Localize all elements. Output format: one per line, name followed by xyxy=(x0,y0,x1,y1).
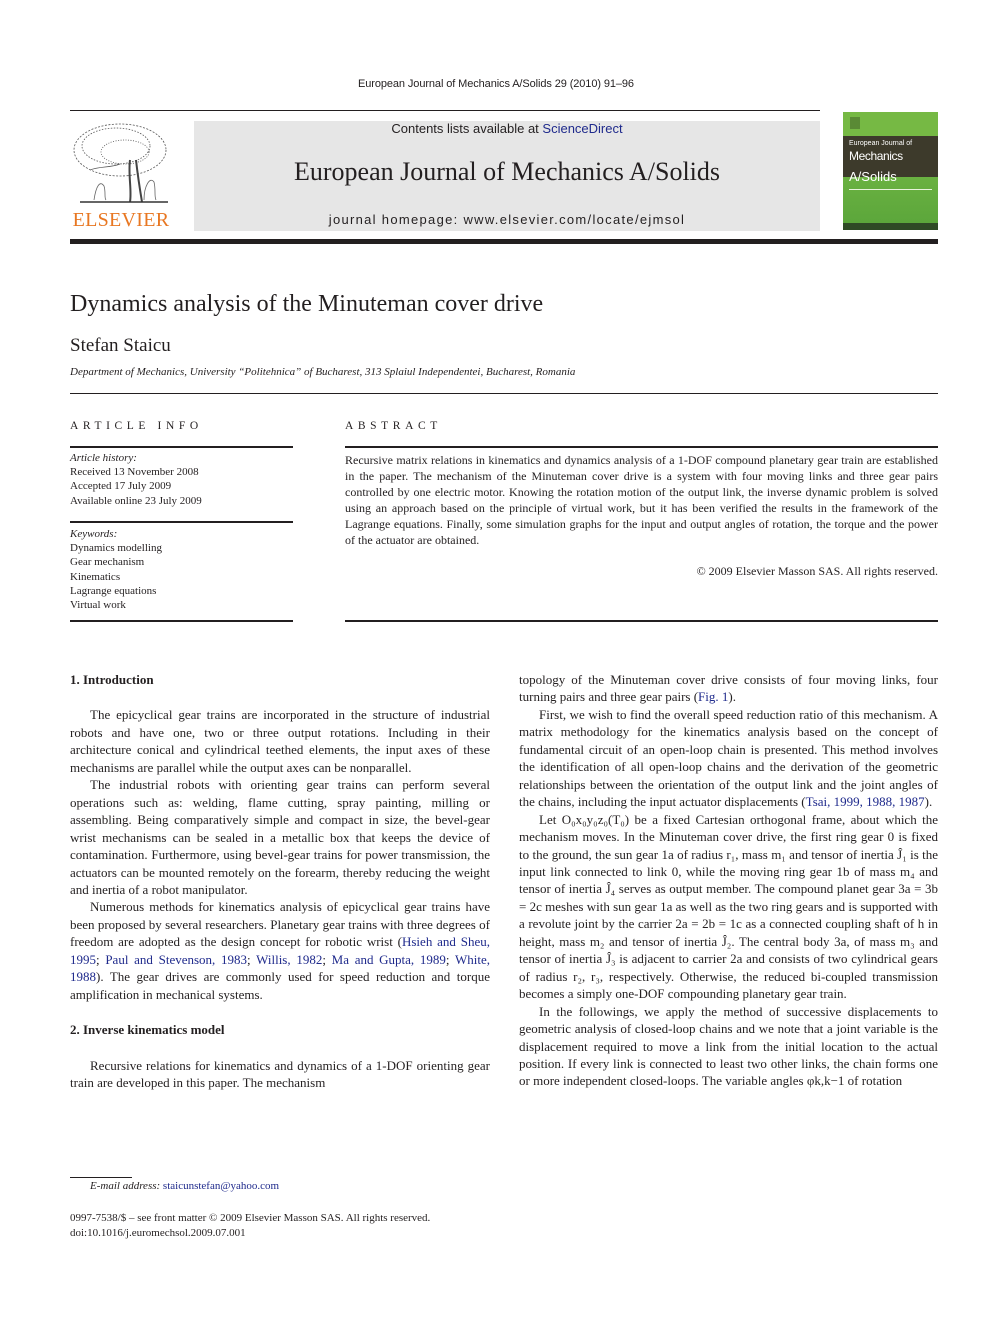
abstract-copyright: © 2009 Elsevier Masson SAS. All rights r… xyxy=(696,564,938,578)
journal-cover[interactable]: European Journal of Mechanics A/Solids xyxy=(843,112,938,230)
elsevier-wordmark: ELSEVIER xyxy=(72,209,170,231)
header-rule xyxy=(70,110,820,111)
issn-line: 0997-7538/$ – see front matter © 2009 El… xyxy=(70,1212,431,1224)
figure-link[interactable]: Fig. 1 xyxy=(698,689,728,704)
history-label: Article history: xyxy=(70,452,137,464)
contents-prefix: Contents lists available at xyxy=(391,121,543,136)
paragraph: topology of the Minuteman cover drive co… xyxy=(519,671,938,706)
author-email-link[interactable]: staicunstefan@yahoo.com xyxy=(163,1180,279,1192)
author-name: Stefan Staicu xyxy=(70,335,171,356)
paragraph-text: ). xyxy=(924,794,933,810)
cover-line1: European Journal of xyxy=(849,140,913,147)
cover-divider xyxy=(849,189,932,190)
section-heading-inverse-kinematics: 2. Inverse kinematics model xyxy=(70,1022,225,1038)
paragraph: In the followings, we apply the method o… xyxy=(519,1003,938,1089)
keywords: Keywords: Dynamics modelling Gear mechan… xyxy=(70,527,162,612)
paragraph: Numerous methods for kinematics analysis… xyxy=(70,899,490,1002)
cover-logo-icon xyxy=(850,117,860,129)
paragraph: The industrial robots with orienting gea… xyxy=(70,777,490,897)
sciencedirect-link[interactable]: ScienceDirect xyxy=(542,121,622,136)
abstract-text: Recursive matrix relations in kinematics… xyxy=(345,453,938,547)
cover-line2: Mechanics xyxy=(849,149,903,163)
email-label: E-mail address: xyxy=(90,1180,163,1192)
paragraph-text: ). The gear drives are commonly used for… xyxy=(70,969,490,1002)
body-left-column: 1. Introduction The epicyclical gear tra… xyxy=(70,671,490,1092)
doi-link[interactable]: doi:10.1016/j.euromechsol.2009.07.001 xyxy=(70,1226,430,1241)
article-title: Dynamics analysis of the Minuteman cover… xyxy=(70,291,544,317)
affiliation-rule xyxy=(70,393,938,394)
elsevier-logo[interactable]: ELSEVIER xyxy=(70,120,172,232)
tree-icon xyxy=(73,123,168,203)
keyword: Kinematics xyxy=(70,570,121,583)
info-rule xyxy=(70,446,293,448)
page-footer: 0997-7538/$ – see front matter © 2009 El… xyxy=(70,1211,430,1240)
running-head: European Journal of Mechanics A/Solids 2… xyxy=(358,78,634,90)
keyword: Dynamics modelling xyxy=(70,542,162,555)
article-info-heading: ARTICLE INFO xyxy=(70,420,203,432)
citation-link[interactable]: Paul and Steven­son, 1983 xyxy=(105,952,247,967)
body-right-column: topology of the Minuteman cover drive co… xyxy=(519,671,938,1090)
info-rule xyxy=(70,521,293,523)
paragraph: Let O₀x₀y₀z₀(T₀) be a fixed Cartesian or… xyxy=(519,811,938,1002)
abstract-heading: ABSTRACT xyxy=(345,420,442,432)
cover-bottom-band xyxy=(843,223,938,230)
history-accepted: Accepted 17 July 2009 xyxy=(70,480,172,493)
footnote-rule xyxy=(70,1177,132,1178)
paragraph: Recursive relations for kinematics and d… xyxy=(70,1057,490,1091)
citation-link[interactable]: Tsai, 1999, 1988, 1987 xyxy=(806,794,925,809)
header-thick-rule xyxy=(70,239,938,244)
keywords-label: Keywords: xyxy=(70,528,118,540)
paragraph: The epicyclical gear trains are incorpor… xyxy=(70,707,490,775)
history-received: Received 13 November 2008 xyxy=(70,466,199,479)
keyword: Lagrange equations xyxy=(70,584,157,597)
abstract-rule xyxy=(345,620,938,622)
author-affiliation: Department of Mechanics, University “Pol… xyxy=(70,366,576,378)
abstract-rule xyxy=(345,446,938,448)
history-online: Available online 23 July 2009 xyxy=(70,494,202,507)
paragraph: First, we wish to find the overall speed… xyxy=(519,706,938,811)
journal-title: European Journal of Mechanics A/Solids xyxy=(293,157,721,186)
footnote: E-mail address: staicunstefan@yahoo.com xyxy=(90,1180,279,1192)
citation-link[interactable]: Ma and Gupta, 1989 xyxy=(332,952,446,967)
section-heading-introduction: 1. Introduction xyxy=(70,672,154,687)
article-history: Article history: Received 13 November 20… xyxy=(70,451,202,508)
contents-line: Contents lists available at ScienceDirec… xyxy=(194,121,820,136)
journal-banner: Contents lists available at ScienceDirec… xyxy=(194,121,820,231)
journal-homepage[interactable]: journal homepage: www.elsevier.com/locat… xyxy=(194,212,820,227)
info-rule xyxy=(70,620,293,622)
citation-link[interactable]: Willis, 1982 xyxy=(256,952,322,967)
keyword: Gear mechanism xyxy=(70,556,145,569)
cover-line3: A/Solids xyxy=(849,169,897,184)
keyword: Virtual work xyxy=(70,599,126,612)
paragraph-text: ). xyxy=(728,689,736,705)
